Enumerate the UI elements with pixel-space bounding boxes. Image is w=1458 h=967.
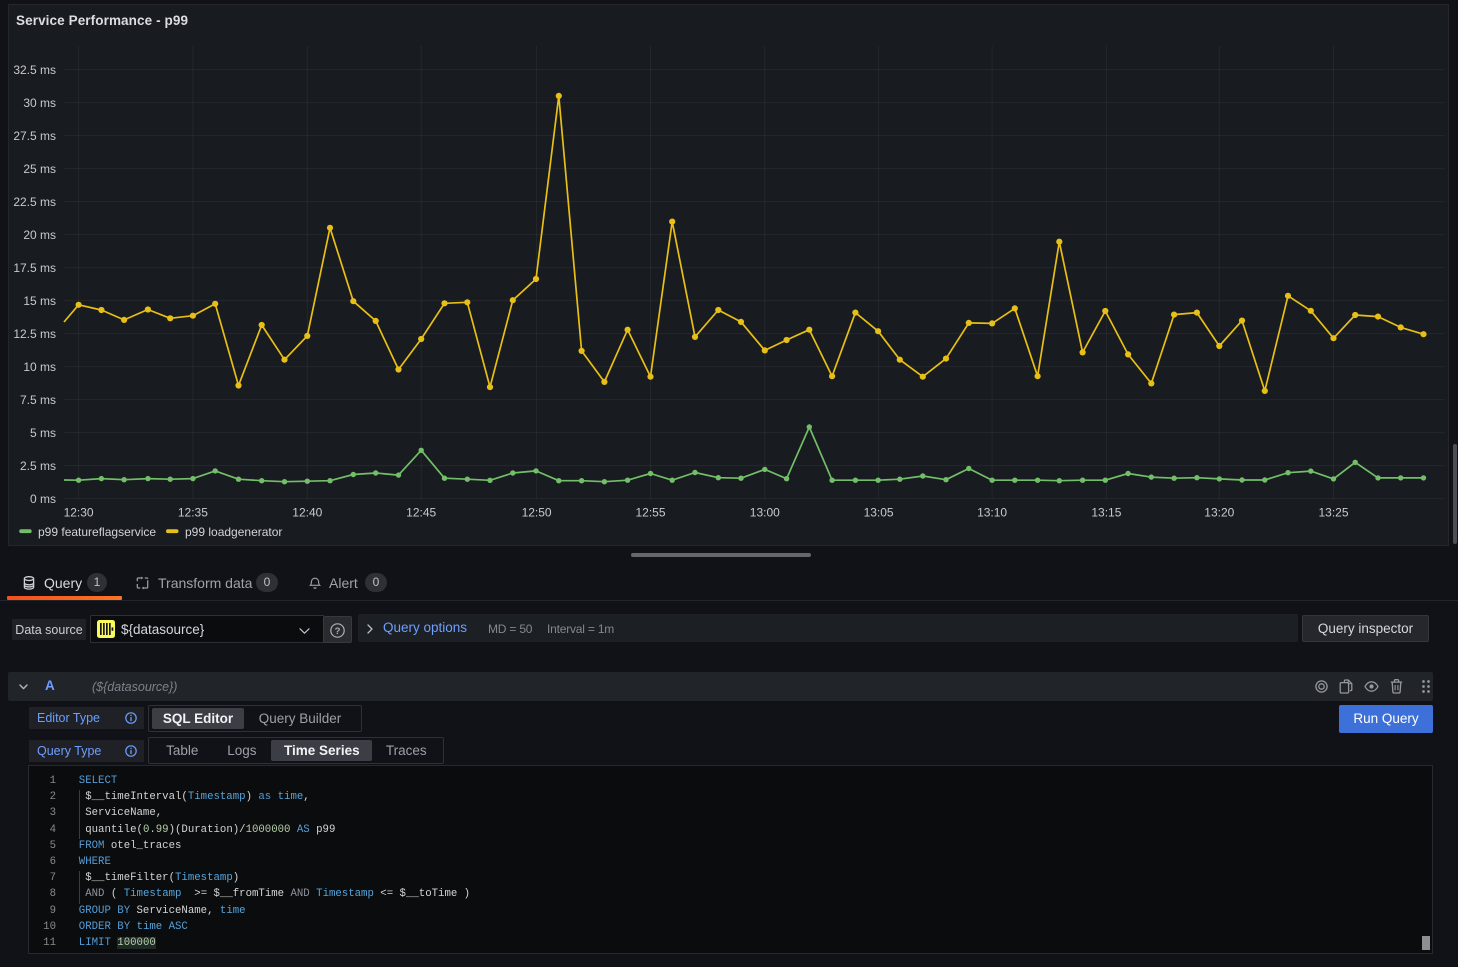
svg-text:2.5 ms: 2.5 ms: [20, 459, 56, 473]
svg-text:15 ms: 15 ms: [23, 294, 56, 308]
svg-text:10 ms: 10 ms: [23, 360, 56, 374]
svg-text:13:00: 13:00: [750, 506, 780, 520]
svg-text:27.5 ms: 27.5 ms: [13, 129, 56, 143]
svg-text:12:30: 12:30: [64, 506, 94, 520]
svg-text:12.5 ms: 12.5 ms: [13, 327, 56, 341]
svg-text:12:55: 12:55: [635, 506, 665, 520]
svg-text:5 ms: 5 ms: [30, 426, 56, 440]
svg-text:p99 featureflagservice: p99 featureflagservice: [38, 525, 156, 539]
svg-text:13:15: 13:15: [1091, 506, 1121, 520]
svg-text:?: ?: [334, 626, 340, 637]
svg-text:12:35: 12:35: [178, 506, 208, 520]
svg-text:20 ms: 20 ms: [23, 228, 56, 242]
svg-text:p99 loadgenerator: p99 loadgenerator: [185, 525, 282, 539]
svg-text:7.5 ms: 7.5 ms: [20, 393, 56, 407]
svg-text:12:40: 12:40: [292, 506, 322, 520]
svg-text:13:10: 13:10: [977, 506, 1007, 520]
svg-text:12:45: 12:45: [406, 506, 436, 520]
svg-text:25 ms: 25 ms: [23, 162, 56, 176]
svg-text:30 ms: 30 ms: [23, 96, 56, 110]
svg-text:32.5 ms: 32.5 ms: [13, 63, 56, 77]
svg-text:0 ms: 0 ms: [30, 492, 56, 506]
svg-text:22.5 ms: 22.5 ms: [13, 195, 56, 209]
svg-text:13:20: 13:20: [1204, 506, 1234, 520]
svg-text:13:25: 13:25: [1318, 506, 1348, 520]
svg-text:13:05: 13:05: [864, 506, 894, 520]
svg-text:12:50: 12:50: [522, 506, 552, 520]
svg-text:17.5 ms: 17.5 ms: [13, 261, 56, 275]
